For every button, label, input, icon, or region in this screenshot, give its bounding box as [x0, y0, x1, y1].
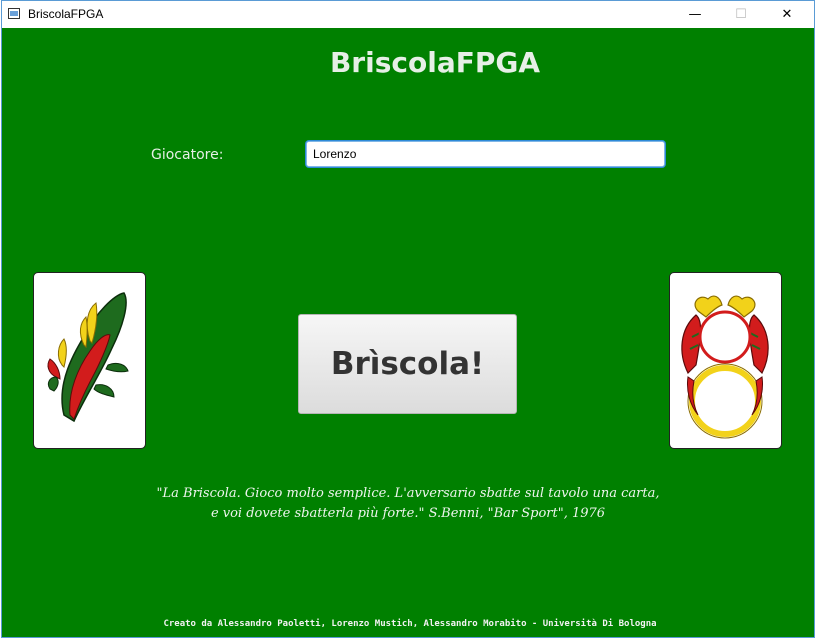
ace-of-clubs-card — [33, 272, 146, 449]
player-name-input[interactable] — [306, 141, 665, 167]
play-briscola-button[interactable]: Brìscola! — [298, 314, 517, 414]
credits-footer: Creato da Alessandro Paoletti, Lorenzo M… — [163, 619, 657, 629]
close-button[interactable]: ✕ — [764, 1, 810, 28]
quote-line-2: e voi dovete sbatterla più forte." S.Ben… — [210, 506, 606, 521]
benni-quote: "La Briscola. Gioco molto semplice. L'av… — [2, 484, 814, 524]
minimize-button[interactable]: — — [672, 1, 718, 28]
ace-of-coins-card — [669, 272, 782, 449]
quote-line-1: "La Briscola. Gioco molto semplice. L'av… — [156, 486, 660, 501]
club-icon — [47, 292, 129, 423]
app-window: BriscolaFPGA — ☐ ✕ BriscolaFPGA Giocator… — [1, 0, 815, 638]
window-title: BriscolaFPGA — [28, 7, 104, 21]
game-title: BriscolaFPGA — [329, 46, 541, 79]
player-label: Giocatore: — [151, 147, 224, 163]
title-bar[interactable]: BriscolaFPGA — ☐ ✕ — [2, 1, 814, 28]
eagle-coin-icon — [681, 295, 769, 439]
app-icon — [8, 8, 20, 19]
maximize-button[interactable]: ☐ — [718, 1, 764, 28]
game-panel: BriscolaFPGA Giocatore: Brìscola! — [2, 28, 814, 637]
